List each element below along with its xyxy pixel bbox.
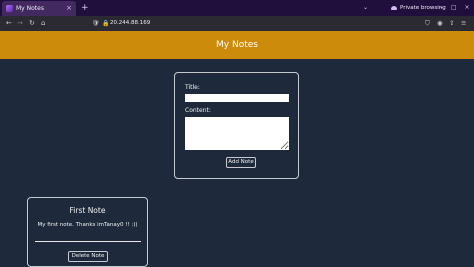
pocket-icon[interactable]: ⛉ [425,16,430,31]
note-divider [35,241,141,242]
browser-tab[interactable]: My Notes × [2,1,76,16]
window-controls[interactable]: – □ × [440,0,473,16]
menu-icon[interactable]: ≡ [461,16,466,31]
title-label: Title: [185,84,200,91]
close-tab-icon[interactable]: × [66,1,72,16]
url-bar[interactable]: 🛡 🔒 20.244.88.169 [88,18,418,29]
tab-title: My Notes [16,5,44,12]
note-content: My first note. Thanks imTanay0 !! :)) [37,222,138,228]
account-icon[interactable]: ◉ [437,16,443,31]
reload-icon[interactable]: ↻ [29,16,35,31]
back-icon[interactable]: ← [6,16,12,31]
notes-favicon-icon [6,5,13,12]
content-textarea[interactable] [185,117,289,150]
content-label: Content: [185,107,211,114]
new-tab-button[interactable]: + [81,0,89,16]
url-text[interactable]: 20.244.88.169 [110,18,150,29]
home-icon[interactable]: ⌂ [41,16,45,31]
private-mask-icon [391,5,397,10]
forward-icon[interactable]: → [17,16,23,31]
title-input[interactable] [185,94,289,102]
add-note-button[interactable]: Add Note [226,157,256,168]
tracking-shield-icon[interactable]: 🛡 [92,18,100,29]
page-title: My Notes [216,40,258,50]
note-title: First Note [69,206,106,215]
private-browsing-label: Private browsing [400,5,446,11]
private-browsing-indicator: Private browsing [391,0,446,16]
extensions-icon[interactable]: ⇪ [449,16,454,31]
insecure-lock-icon[interactable]: 🔒 [102,18,109,29]
list-tabs-icon[interactable]: ⌄ [363,0,368,16]
add-note-form: Title: Content: Add Note [174,72,299,179]
app-header: My Notes [0,31,474,59]
browser-tab-bar: My Notes × + ⌄ Private browsing – □ × [0,0,474,16]
browser-nav-bar: ← → ↻ ⌂ 🛡 🔒 20.244.88.169 ⛉ ◉ ⇪ ≡ [0,16,474,31]
